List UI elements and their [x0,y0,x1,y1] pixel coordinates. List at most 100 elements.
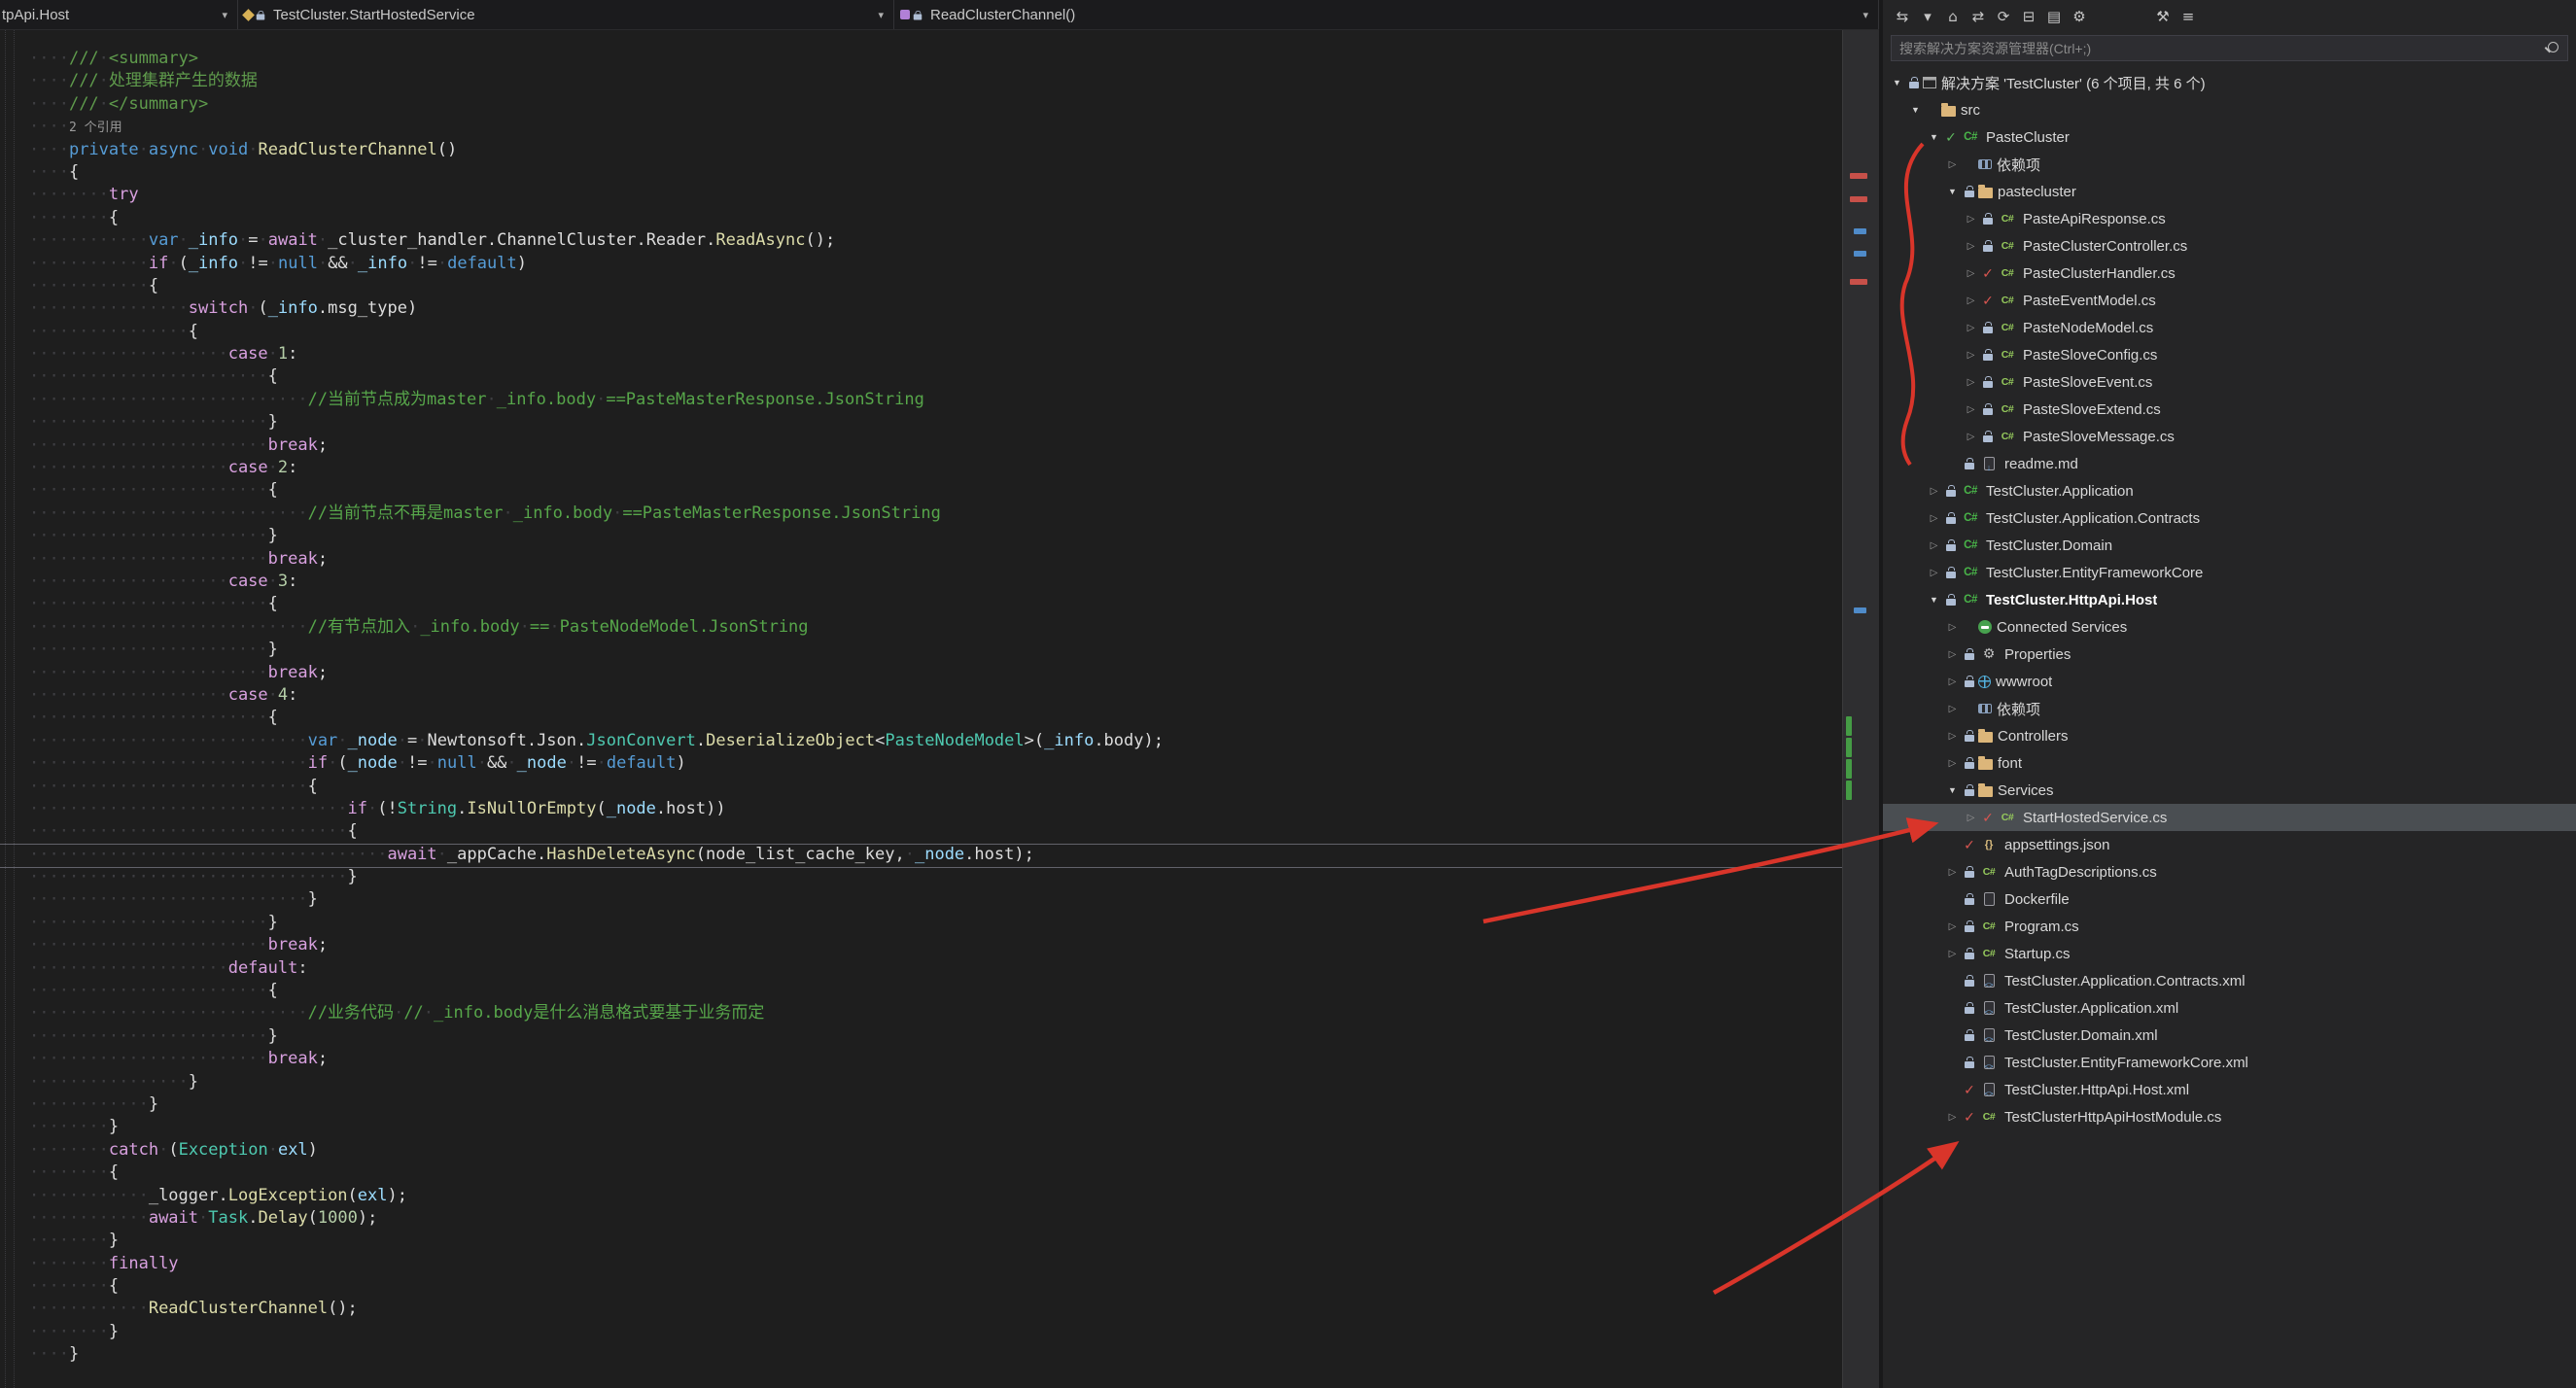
filter-icon[interactable]: ≡ [2176,4,2200,29]
tree-item[interactable]: TestCluster.Domain.xml [1883,1022,2576,1049]
tree-item[interactable]: TestCluster.Application.Contracts.xml [1883,967,2576,994]
code-line[interactable]: ····2 个引用 [29,116,1842,138]
code-line[interactable]: ································if·(!Str… [29,798,1842,820]
code-line[interactable]: ····························//业务代码·//·_i… [29,1002,1842,1024]
expander-icon[interactable]: ▷ [1963,214,1979,225]
code-line[interactable]: ························{ [29,479,1842,502]
breadcrumb-project-dropdown[interactable]: tpApi.Host ▾ [0,0,238,29]
tree-item[interactable]: TestCluster.EntityFrameworkCore.xml [1883,1049,2576,1076]
home-icon[interactable]: ⌂ [1941,4,1965,29]
breadcrumb-member-dropdown[interactable]: ReadClusterChannel() ▾ [894,0,1879,29]
code-line[interactable]: ········{ [29,1275,1842,1298]
code-line[interactable]: ····{ [29,161,1842,184]
code-line[interactable]: ····················case·2: [29,457,1842,479]
tree-item[interactable]: ▼ Services [1883,777,2576,804]
expander-icon[interactable]: ▷ [1944,867,1961,878]
code-line[interactable]: ········} [29,1321,1842,1343]
expander-icon[interactable]: ▼ [1907,105,1924,115]
code-line[interactable]: ········finally [29,1253,1842,1275]
tree-item[interactable]: ▷ 依赖项 [1883,695,2576,722]
code-line[interactable]: ························} [29,1025,1842,1048]
code-line[interactable]: ························{ [29,707,1842,729]
expander-icon[interactable]: ▷ [1926,568,1942,578]
expander-icon[interactable]: ▷ [1926,486,1942,497]
tree-item[interactable]: ✓ appsettings.json [1883,831,2576,858]
code-line[interactable]: ····························//当前节点不再是mas… [29,503,1842,525]
wrench-icon[interactable]: ⚒ [2151,4,2175,29]
tree-item[interactable]: ▷ TestCluster.Application.Contracts [1883,504,2576,532]
expander-icon[interactable]: ▷ [1944,677,1961,687]
refresh-icon[interactable]: ⟳ [1992,4,2015,29]
code-line[interactable]: ············_logger.LogException(exl); [29,1185,1842,1207]
expander-icon[interactable]: ▷ [1963,268,1979,279]
code-line[interactable]: ············{ [29,275,1842,297]
tree-item[interactable]: ▷ TestCluster.Domain [1883,532,2576,559]
code-line[interactable]: ································{ [29,820,1842,843]
tree-item[interactable]: ▼ 解决方案 'TestCluster' (6 个项目, 共 6 个) [1883,69,2576,96]
expander-icon[interactable]: ▷ [1944,921,1961,932]
tree-item[interactable]: ▷✓ TestClusterHttpApiHostModule.cs [1883,1103,2576,1130]
switch-views-icon[interactable]: ⇆ [1891,4,1914,29]
tree-item[interactable]: ▷ PasteSloveMessage.cs [1883,423,2576,450]
code-line[interactable]: ····························//有节点加入·_inf… [29,616,1842,639]
tree-item[interactable]: ▷ PasteSloveEvent.cs [1883,368,2576,396]
editor-scrollbar[interactable] [1842,30,1879,1388]
code-line[interactable]: ····························//当前节点成为mast… [29,389,1842,411]
code-line[interactable]: ························break; [29,548,1842,571]
code-line[interactable]: ····················case·4: [29,684,1842,707]
code-line[interactable]: ············await·Task.Delay(1000); [29,1207,1842,1230]
tree-item[interactable]: ▷ Program.cs [1883,913,2576,940]
expander-icon[interactable]: ▼ [1926,595,1942,605]
code-line[interactable]: ····················case·1: [29,343,1842,365]
tree-item[interactable]: ▼ src [1883,96,2576,123]
dropdown-chevron-icon[interactable]: ▾ [1916,4,1939,29]
code-line[interactable]: ········catch·(Exception·exl) [29,1139,1842,1162]
expander-icon[interactable]: ▷ [1963,323,1979,333]
expander-icon[interactable]: ▷ [1963,377,1979,388]
tree-item[interactable]: Dockerfile [1883,885,2576,913]
tree-item[interactable]: ▷ wwwroot [1883,668,2576,695]
code-line[interactable]: ············ReadClusterChannel(); [29,1298,1842,1320]
tree-item[interactable]: ✓ TestCluster.HttpApi.Host.xml [1883,1076,2576,1103]
expander-icon[interactable]: ▷ [1944,704,1961,714]
code-line[interactable]: ················{ [29,321,1842,343]
expander-icon[interactable]: ▷ [1963,350,1979,361]
tree-item[interactable]: ▷ font [1883,749,2576,777]
tree-item[interactable]: TestCluster.Application.xml [1883,994,2576,1022]
code-line[interactable]: ····················case·3: [29,571,1842,593]
code-line[interactable]: ························{ [29,593,1842,615]
expander-icon[interactable]: ▼ [1889,78,1905,87]
code-line[interactable]: ····///·处理集群产生的数据 [29,70,1842,92]
expander-icon[interactable]: ▼ [1944,187,1961,196]
code-line[interactable]: ························} [29,525,1842,547]
tree-item[interactable]: ▷ Connected Services [1883,613,2576,641]
code-line[interactable]: ························} [29,912,1842,934]
tree-item[interactable]: ▼✓ PasteCluster [1883,123,2576,151]
tree-item[interactable]: ▷ PasteSloveExtend.cs [1883,396,2576,423]
expander-icon[interactable]: ▷ [1926,513,1942,524]
code-area[interactable]: ····///·<summary> ····///·处理集群产生的数据 ····//… [0,30,1842,1367]
tree-item[interactable]: ▷ PasteApiResponse.cs [1883,205,2576,232]
code-line[interactable]: ····························var·_node·=·… [29,730,1842,752]
expander-icon[interactable]: ▷ [1944,731,1961,742]
code-line[interactable]: ····························{ [29,776,1842,798]
tree-item[interactable]: ▷ PasteNodeModel.cs [1883,314,2576,341]
code-line[interactable]: ········{ [29,207,1842,229]
code-line[interactable]: ········} [29,1230,1842,1252]
tree-item[interactable]: ▷✓ PasteEventModel.cs [1883,287,2576,314]
code-line[interactable]: ····························if·(_node·!=… [29,752,1842,775]
tree-item[interactable]: readme.md [1883,450,2576,477]
code-line[interactable]: ····················default: [29,957,1842,980]
code-line[interactable]: ························{ [29,365,1842,388]
properties-icon[interactable]: ⚙ [2068,4,2091,29]
tree-item[interactable]: ▷ Controllers [1883,722,2576,749]
expander-icon[interactable]: ▷ [1963,432,1979,442]
code-line[interactable]: ············if·(_info·!=·null·&&·_info·!… [29,253,1842,275]
expander-icon[interactable]: ▷ [1963,813,1979,823]
code-line[interactable]: ················switch·(_info.msg_type) [29,297,1842,320]
code-line[interactable]: ························break; [29,434,1842,457]
expander-icon[interactable]: ▷ [1944,622,1961,633]
expander-icon[interactable]: ▷ [1926,540,1942,551]
expander-icon[interactable]: ▷ [1944,159,1961,170]
code-line[interactable]: ····///·</summary> [29,93,1842,116]
